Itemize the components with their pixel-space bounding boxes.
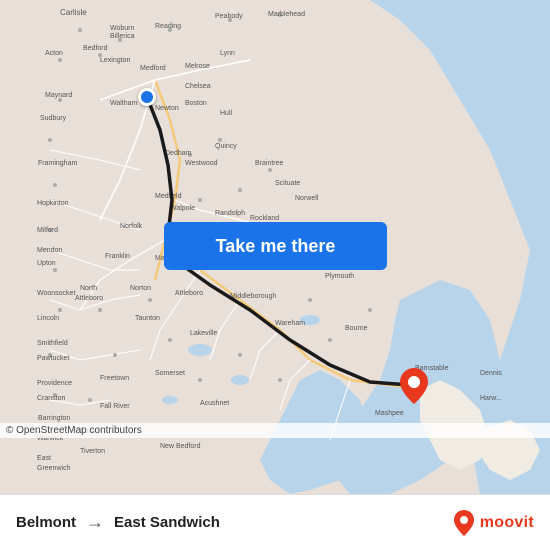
- svg-text:Walpole: Walpole: [170, 205, 195, 212]
- svg-text:Rockland: Rockland: [250, 215, 279, 222]
- svg-text:Reading: Reading: [155, 23, 181, 30]
- svg-text:Randolph: Randolph: [215, 210, 245, 217]
- svg-text:Attleboro: Attleboro: [75, 295, 103, 302]
- svg-text:Lakeville: Lakeville: [190, 330, 217, 337]
- svg-text:Taunton: Taunton: [135, 315, 160, 322]
- take-me-there-button[interactable]: Take me there: [164, 222, 387, 270]
- svg-text:Norfolk: Norfolk: [120, 223, 143, 230]
- svg-text:Smithfield: Smithfield: [37, 340, 68, 347]
- svg-text:East: East: [37, 455, 51, 462]
- svg-text:Acushnet: Acushnet: [200, 400, 229, 407]
- svg-text:Woonsocket: Woonsocket: [37, 290, 75, 297]
- svg-text:Boston: Boston: [185, 100, 207, 107]
- svg-text:Hopkinton: Hopkinton: [37, 200, 69, 207]
- svg-text:Acton: Acton: [45, 50, 63, 57]
- svg-text:Upton: Upton: [37, 260, 56, 267]
- svg-text:North: North: [80, 285, 97, 292]
- svg-text:Westwood: Westwood: [185, 160, 218, 167]
- svg-text:Carlisle: Carlisle: [60, 8, 87, 17]
- svg-text:Fall River: Fall River: [100, 403, 130, 410]
- svg-text:Billerica: Billerica: [110, 33, 135, 40]
- svg-text:Wareham: Wareham: [275, 320, 305, 327]
- svg-text:Peabody: Peabody: [215, 13, 243, 20]
- route-arrow-icon: →: [86, 512, 104, 533]
- route-origin: Belmont: [16, 514, 76, 531]
- svg-text:Hull: Hull: [220, 110, 233, 117]
- route-destination: East Sandwich: [114, 514, 220, 531]
- svg-text:Lincoln: Lincoln: [37, 315, 59, 322]
- destination-pin: [400, 368, 428, 404]
- svg-text:Tiverton: Tiverton: [80, 448, 105, 455]
- svg-text:Mendon: Mendon: [37, 247, 62, 254]
- svg-text:Melrose: Melrose: [185, 63, 210, 70]
- origin-pin: [138, 88, 156, 106]
- svg-text:Plymouth: Plymouth: [325, 273, 354, 280]
- svg-text:Medford: Medford: [140, 65, 166, 72]
- svg-text:Milford: Milford: [37, 227, 58, 234]
- svg-text:Pawtucket: Pawtucket: [37, 355, 69, 362]
- svg-text:Lexington: Lexington: [100, 57, 130, 64]
- moovit-branding: moovit: [454, 510, 534, 536]
- svg-text:Bourne: Bourne: [345, 325, 368, 332]
- svg-text:Waltham: Waltham: [110, 100, 138, 107]
- svg-text:Freetown: Freetown: [100, 375, 129, 382]
- svg-text:Medfield: Medfield: [155, 193, 182, 200]
- svg-text:Braintree: Braintree: [255, 160, 284, 167]
- moovit-text: moovit: [480, 514, 534, 532]
- svg-text:Sudbury: Sudbury: [40, 115, 67, 122]
- svg-text:Framingham: Framingham: [38, 160, 77, 167]
- svg-text:Quincy: Quincy: [215, 143, 237, 150]
- svg-text:Norwell: Norwell: [295, 195, 319, 202]
- svg-text:Newton: Newton: [155, 105, 179, 112]
- copyright-text: © OpenStreetMap contributors: [0, 423, 550, 438]
- svg-text:Cranston: Cranston: [37, 395, 66, 402]
- svg-text:Providence: Providence: [37, 380, 72, 387]
- svg-text:Attleboro: Attleboro: [175, 290, 203, 297]
- svg-text:New Bedford: New Bedford: [160, 443, 201, 450]
- svg-text:Somerset: Somerset: [155, 370, 185, 377]
- moovit-logo-icon: [454, 510, 474, 536]
- svg-text:Woburn: Woburn: [110, 25, 134, 32]
- bottom-bar: Belmont → East Sandwich moovit: [0, 494, 550, 550]
- svg-text:Bedford: Bedford: [83, 45, 108, 52]
- svg-text:Mashpee: Mashpee: [375, 410, 404, 417]
- svg-text:Franklin: Franklin: [105, 253, 130, 260]
- svg-text:Marblehead: Marblehead: [268, 11, 305, 18]
- svg-text:Lynn: Lynn: [220, 50, 235, 57]
- svg-text:Norton: Norton: [130, 285, 151, 292]
- map-container: Carlisle Billerica Reading Peabody Marbl…: [0, 0, 550, 494]
- svg-text:Harw...: Harw...: [480, 395, 502, 402]
- svg-text:Maynard: Maynard: [45, 92, 72, 99]
- svg-text:Chelsea: Chelsea: [185, 83, 211, 90]
- svg-text:Dedham: Dedham: [165, 150, 192, 157]
- svg-text:Dennis: Dennis: [480, 370, 502, 377]
- svg-text:Scituate: Scituate: [275, 180, 300, 187]
- svg-text:Barrington: Barrington: [38, 415, 70, 422]
- svg-text:Middleborough: Middleborough: [230, 293, 276, 300]
- svg-text:Greenwich: Greenwich: [37, 465, 71, 472]
